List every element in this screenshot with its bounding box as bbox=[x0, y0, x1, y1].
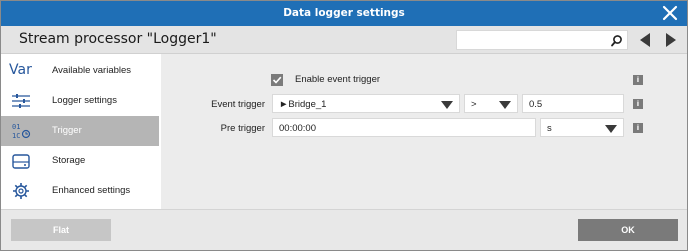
title-bar: Data logger settings bbox=[1, 1, 687, 26]
sidebar-item-storage[interactable]: Storage bbox=[1, 146, 159, 176]
var-icon: Var bbox=[9, 62, 32, 78]
data-logger-settings-dialog: Data logger settings Stream processor "L… bbox=[0, 0, 688, 251]
pre-trigger-input[interactable]: 00:00:00 bbox=[272, 118, 536, 137]
sidebar-item-enhanced-settings[interactable]: Enhanced settings bbox=[1, 176, 159, 206]
event-trigger-source-select[interactable]: ►Bridge_1 bbox=[272, 94, 460, 113]
previous-arrow-icon[interactable] bbox=[638, 32, 652, 48]
sidebar-item-label: Storage bbox=[52, 155, 86, 166]
sidebar-item-label: Trigger bbox=[52, 125, 82, 136]
sidebar-item-label: Enhanced settings bbox=[52, 185, 131, 196]
chevron-down-icon bbox=[441, 101, 453, 109]
header-bar: Stream processor "Logger1" bbox=[1, 26, 687, 54]
sidebar-item-trigger[interactable]: 01 1C Trigger bbox=[1, 116, 159, 146]
pre-trigger-label: Pre trigger bbox=[220, 123, 265, 134]
sidebar-item-available-variables[interactable]: Var Available variables bbox=[1, 56, 159, 86]
event-trigger-operator-value: > bbox=[471, 99, 477, 110]
flat-button[interactable]: Flat bbox=[11, 219, 111, 241]
footer-bar: Flat OK bbox=[1, 209, 687, 250]
event-trigger-threshold-value: 0.5 bbox=[529, 99, 543, 110]
event-trigger-source-value: ►Bridge_1 bbox=[279, 99, 327, 110]
svg-text:01: 01 bbox=[12, 123, 20, 131]
event-trigger-value-input[interactable]: 0.5 bbox=[522, 94, 624, 113]
search-input[interactable] bbox=[457, 31, 607, 49]
page-title: Stream processor "Logger1" bbox=[19, 31, 217, 47]
svg-text:1C: 1C bbox=[12, 132, 20, 140]
search-box bbox=[456, 30, 628, 50]
ok-button[interactable]: OK bbox=[578, 219, 678, 241]
trigger-settings-panel: Enable event trigger i Event trigger ►Br… bbox=[161, 54, 687, 209]
info-icon[interactable]: i bbox=[633, 99, 643, 109]
pre-trigger-value: 00:00:00 bbox=[279, 123, 316, 134]
next-arrow-icon[interactable] bbox=[664, 32, 678, 48]
event-trigger-operator-select[interactable]: > bbox=[464, 94, 518, 113]
sidebar-item-label: Logger settings bbox=[52, 95, 117, 106]
pre-trigger-unit-value: s bbox=[547, 123, 552, 134]
chevron-down-icon bbox=[605, 125, 617, 133]
binary-trigger-icon: 01 1C bbox=[12, 123, 31, 140]
info-icon[interactable]: i bbox=[633, 123, 643, 133]
enable-event-trigger-label: Enable event trigger bbox=[295, 74, 381, 85]
chevron-down-icon bbox=[499, 101, 511, 109]
dialog-title: Data logger settings bbox=[283, 7, 405, 19]
enable-event-trigger-checkbox[interactable] bbox=[271, 74, 283, 86]
info-icon[interactable]: i bbox=[633, 75, 643, 85]
close-icon[interactable] bbox=[661, 4, 679, 22]
pre-trigger-unit-select[interactable]: s bbox=[540, 118, 624, 137]
sliders-icon bbox=[12, 94, 30, 108]
event-trigger-label: Event trigger bbox=[211, 99, 265, 110]
search-icon[interactable] bbox=[610, 34, 623, 47]
gear-icon bbox=[13, 183, 29, 199]
sidebar: Var Available variables Logger settings … bbox=[1, 54, 161, 209]
sidebar-item-logger-settings[interactable]: Logger settings bbox=[1, 86, 159, 116]
sidebar-item-label: Available variables bbox=[52, 65, 132, 76]
drive-icon bbox=[12, 154, 30, 169]
